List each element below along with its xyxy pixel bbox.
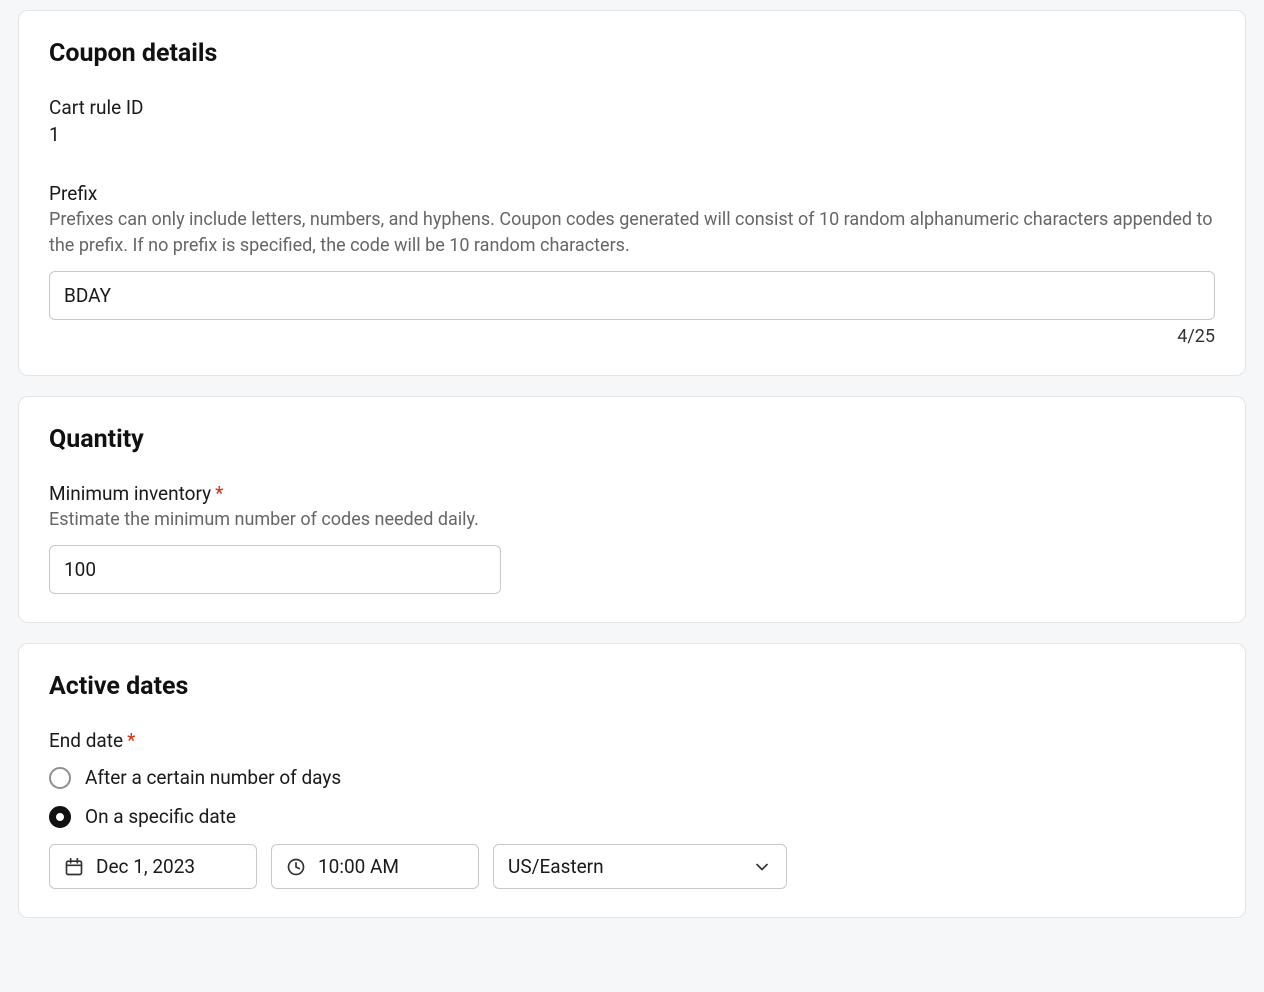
end-date-label: End date* (49, 729, 1215, 752)
clock-icon (286, 857, 306, 877)
cart-rule-id-label: Cart rule ID (49, 96, 1215, 119)
end-date-input[interactable]: Dec 1, 2023 (49, 844, 257, 889)
end-date-value: Dec 1, 2023 (96, 855, 195, 878)
min-inventory-help: Estimate the minimum number of codes nee… (49, 507, 1215, 533)
radio-after-days-label: After a certain number of days (85, 766, 341, 789)
prefix-label: Prefix (49, 182, 1215, 205)
prefix-input[interactable] (49, 271, 1215, 320)
end-time-value: 10:00 AM (318, 855, 399, 878)
min-inventory-label: Minimum inventory* (49, 482, 1215, 505)
chevron-down-icon (752, 857, 772, 877)
quantity-card: Quantity Minimum inventory* Estimate the… (18, 396, 1246, 623)
calendar-icon (64, 857, 84, 877)
required-asterisk-icon: * (215, 482, 223, 505)
min-inventory-input[interactable] (49, 545, 501, 594)
radio-icon (49, 767, 71, 789)
coupon-details-card: Coupon details Cart rule ID 1 Prefix Pre… (18, 10, 1246, 376)
coupon-details-title: Coupon details (49, 39, 1215, 68)
prefix-block: Prefix Prefixes can only include letters… (49, 182, 1215, 347)
end-date-radio-group: After a certain number of days On a spec… (49, 766, 1215, 828)
end-time-input[interactable]: 10:00 AM (271, 844, 479, 889)
quantity-title: Quantity (49, 425, 1215, 454)
end-date-label-text: End date (49, 729, 123, 752)
cart-rule-id-value: 1 (49, 123, 1215, 146)
cart-rule-id-block: Cart rule ID 1 (49, 96, 1215, 146)
radio-icon (49, 806, 71, 828)
active-dates-card: Active dates End date* After a certain n… (18, 643, 1246, 918)
radio-specific-date[interactable]: On a specific date (49, 805, 1215, 828)
min-inventory-block: Minimum inventory* Estimate the minimum … (49, 482, 1215, 594)
active-dates-title: Active dates (49, 672, 1215, 701)
prefix-counter: 4/25 (49, 326, 1215, 347)
prefix-help: Prefixes can only include letters, numbe… (49, 207, 1215, 259)
datetime-controls: Dec 1, 2023 10:00 AM US/Eastern (49, 844, 1215, 889)
min-inventory-label-text: Minimum inventory (49, 482, 211, 505)
radio-specific-date-label: On a specific date (85, 805, 236, 828)
timezone-select[interactable]: US/Eastern (493, 844, 787, 889)
timezone-value: US/Eastern (508, 855, 604, 878)
radio-after-days[interactable]: After a certain number of days (49, 766, 1215, 789)
required-asterisk-icon: * (127, 729, 135, 752)
